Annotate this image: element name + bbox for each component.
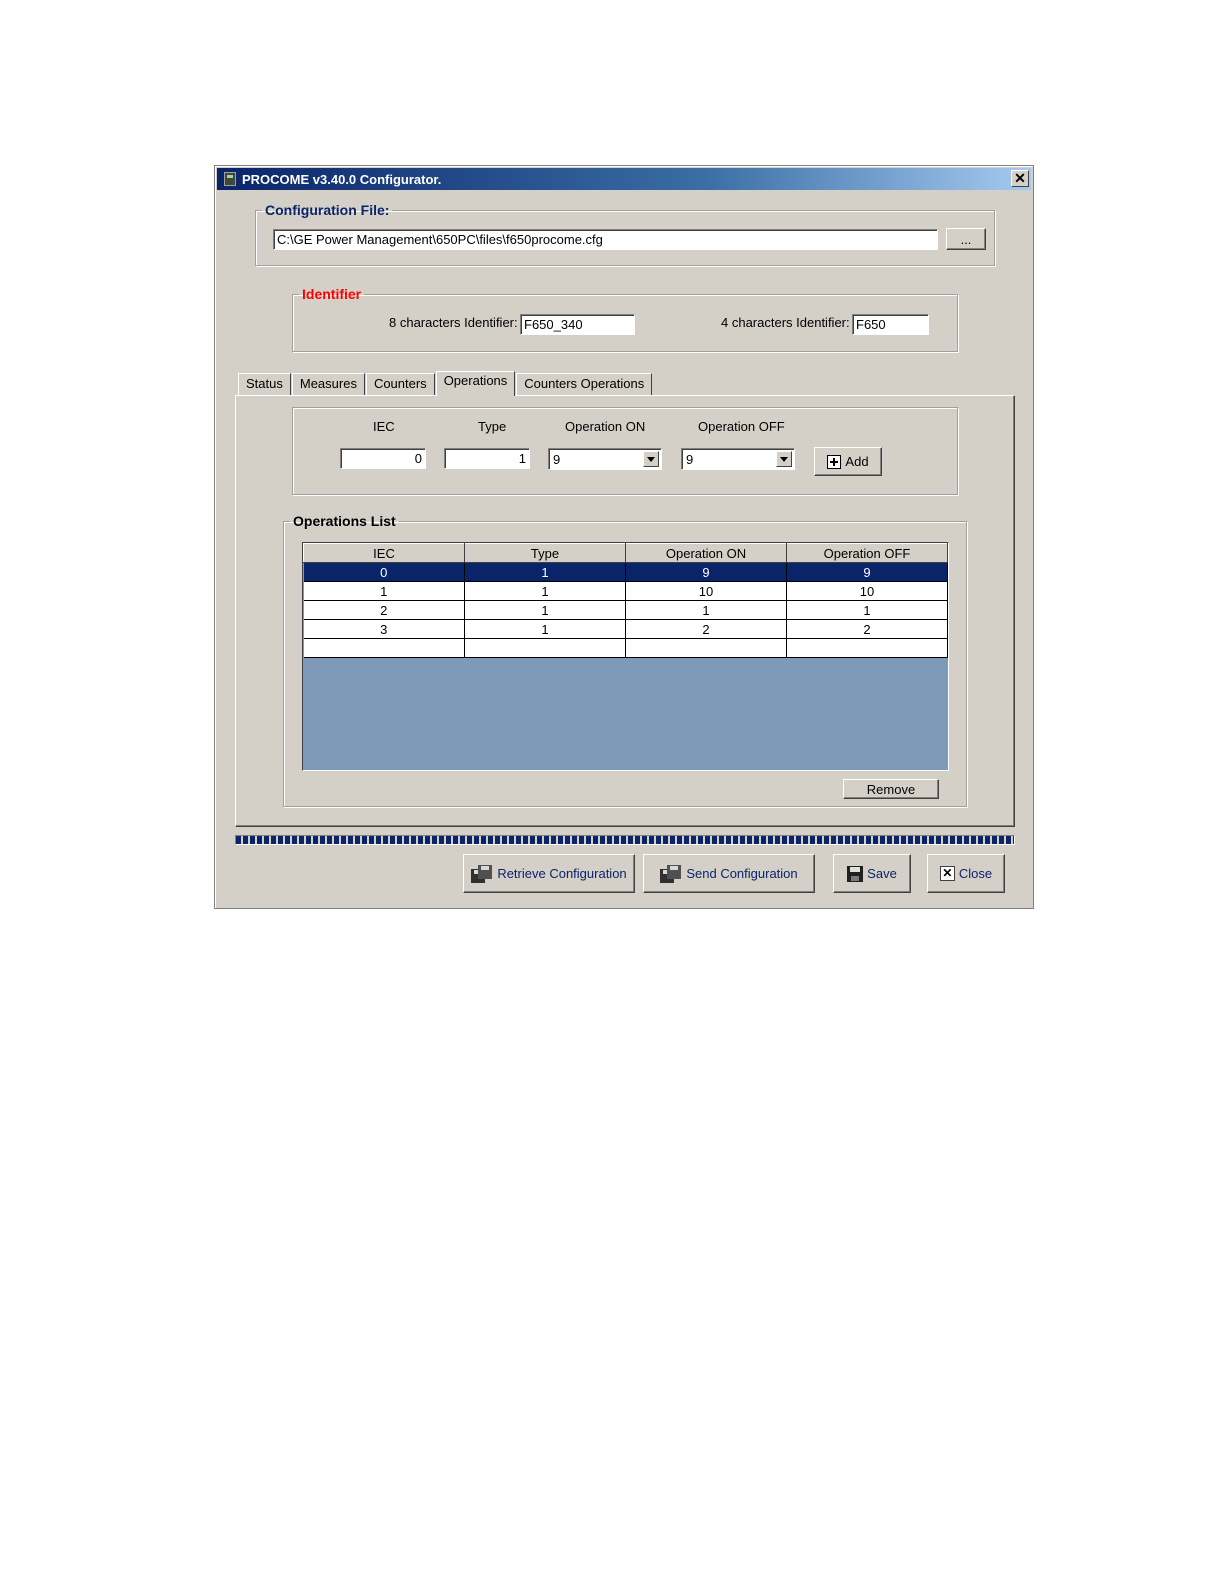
cell-type: 1 — [464, 600, 626, 620]
operations-grid[interactable]: IEC Type Operation ON Operation OFF 0 1 … — [302, 542, 949, 771]
chevron-down-icon[interactable] — [643, 451, 659, 467]
column-header-operation-off[interactable]: Operation OFF — [786, 543, 948, 563]
tab-measures[interactable]: Measures — [291, 373, 365, 396]
configuration-file-legend: Configuration File: — [265, 202, 390, 218]
eight-char-identifier-input[interactable] — [520, 314, 635, 335]
remove-button-label: Remove — [866, 781, 916, 797]
remove-button[interactable]: Remove — [843, 779, 939, 799]
close-icon: ✕ — [939, 866, 955, 881]
tab-operations[interactable]: Operations — [435, 371, 516, 396]
cell-operation-off[interactable] — [786, 638, 948, 658]
procome-configurator-window: PROCOME v3.40.0 Configurator. ✕ Configur… — [214, 165, 1034, 909]
table-header-row: IEC Type Operation ON Operation OFF — [303, 543, 948, 563]
table-row[interactable]: 3 1 2 2 — [303, 619, 948, 639]
floppy-disk-icon — [847, 865, 864, 882]
operation-on-value: 9 — [553, 452, 561, 467]
send-disks-icon — [660, 864, 682, 883]
tab-counters-operations[interactable]: Counters Operations — [516, 373, 653, 396]
close-button-label: Close — [958, 866, 993, 881]
four-char-identifier-label: 4 characters Identifier: — [721, 315, 850, 330]
add-button[interactable]: Add — [814, 447, 882, 476]
retrieve-disks-icon — [471, 864, 493, 883]
operations-list-legend: Operations List — [293, 513, 396, 529]
operation-on-select[interactable]: 9 — [548, 448, 662, 470]
window-close-button[interactable]: ✕ — [1011, 170, 1029, 187]
close-button[interactable]: ✕ Close — [927, 854, 1005, 893]
send-configuration-label: Send Configuration — [686, 866, 798, 881]
cell-operation-on: 9 — [625, 562, 787, 582]
tab-counters[interactable]: Counters — [365, 373, 435, 396]
save-button-label: Save — [867, 866, 897, 881]
cell-iec: 3 — [303, 619, 465, 639]
chevron-down-icon[interactable] — [776, 451, 792, 467]
cell-operation-off: 1 — [786, 600, 948, 620]
iec-input[interactable] — [340, 448, 426, 469]
entry-operation-on-label: Operation ON — [565, 419, 646, 434]
entry-operation-off-label: Operation OFF — [698, 419, 785, 434]
table-row[interactable]: 0 1 9 9 — [303, 562, 948, 582]
cell-operation-on: 2 — [625, 619, 787, 639]
save-button[interactable]: Save — [833, 854, 911, 893]
cell-operation-off: 10 — [786, 581, 948, 601]
four-char-identifier-input[interactable] — [852, 314, 929, 335]
cell-operation-off: 2 — [786, 619, 948, 639]
cell-type[interactable] — [464, 638, 626, 658]
send-configuration-button[interactable]: Send Configuration — [643, 854, 815, 893]
cell-operation-off: 9 — [786, 562, 948, 582]
table-row[interactable]: 1 1 10 10 — [303, 581, 948, 601]
app-icon — [224, 172, 236, 186]
title-bar[interactable]: PROCOME v3.40.0 Configurator. ✕ — [217, 168, 1031, 190]
cell-operation-on: 1 — [625, 600, 787, 620]
eight-char-identifier-label: 8 characters Identifier: — [389, 315, 518, 330]
tab-strip: Status Measures Counters Operations Coun… — [238, 371, 653, 396]
type-input[interactable] — [444, 448, 530, 469]
plus-icon — [827, 454, 842, 469]
browse-button-label: ... — [960, 231, 972, 247]
cell-iec: 2 — [303, 600, 465, 620]
cell-iec[interactable] — [303, 638, 465, 658]
operations-table: IEC Type Operation ON Operation OFF 0 1 … — [303, 543, 948, 658]
tab-status[interactable]: Status — [238, 373, 291, 396]
browse-button[interactable]: ... — [946, 228, 986, 250]
entry-iec-label: IEC — [373, 419, 395, 434]
window-title: PROCOME v3.40.0 Configurator. — [242, 171, 442, 187]
configuration-file-path-input[interactable] — [273, 229, 938, 250]
add-button-label: Add — [845, 454, 869, 469]
retrieve-configuration-label: Retrieve Configuration — [497, 866, 627, 881]
retrieve-configuration-button[interactable]: Retrieve Configuration — [463, 854, 635, 893]
identifier-legend: Identifier — [302, 286, 362, 302]
table-row[interactable]: 2 1 1 1 — [303, 600, 948, 620]
operation-off-select[interactable]: 9 — [681, 448, 795, 470]
cell-type: 1 — [464, 619, 626, 639]
progress-bar — [235, 835, 1015, 845]
cell-iec: 1 — [303, 581, 465, 601]
entry-type-label: Type — [478, 419, 507, 434]
cell-type: 1 — [464, 562, 626, 582]
cell-iec: 0 — [303, 562, 465, 582]
table-row-new[interactable] — [303, 638, 948, 658]
column-header-type[interactable]: Type — [464, 543, 626, 563]
column-header-operation-on[interactable]: Operation ON — [625, 543, 787, 563]
cell-type: 1 — [464, 581, 626, 601]
cell-operation-on: 10 — [625, 581, 787, 601]
cell-operation-on[interactable] — [625, 638, 787, 658]
column-header-iec[interactable]: IEC — [303, 543, 465, 563]
operation-off-value: 9 — [686, 452, 694, 467]
